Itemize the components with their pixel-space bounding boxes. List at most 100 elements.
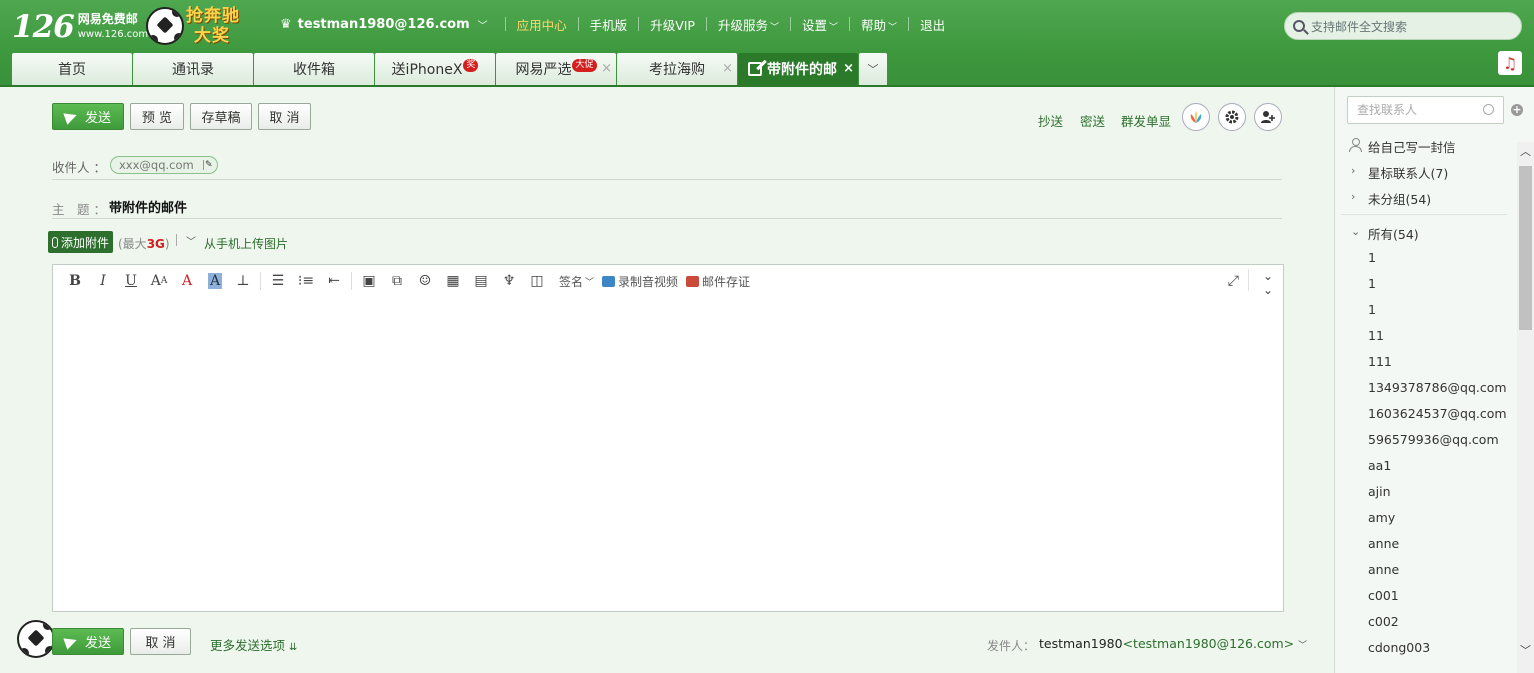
chevron-right-icon[interactable]: › — [1351, 164, 1355, 177]
contact-item[interactable]: 111 — [1368, 354, 1392, 369]
subject-input[interactable]: 带附件的邮件 — [109, 197, 187, 216]
nav-upgrade-service[interactable]: 升级服务 ﹀ — [718, 15, 779, 34]
all-contacts-group[interactable]: 所有(54) — [1368, 224, 1419, 243]
send-button[interactable]: 发送 — [52, 103, 124, 130]
expand-icon[interactable]: ⤢ — [1228, 273, 1239, 289]
chevron-down-icon[interactable]: ﹀ — [1517, 642, 1534, 658]
microphone-icon[interactable]: ♆ — [495, 270, 523, 292]
align-left-icon[interactable]: ☰ — [264, 270, 292, 292]
logo-title: 网易免费邮 — [77, 12, 138, 26]
soccer-ball-icon[interactable] — [17, 620, 55, 658]
contact-item[interactable]: cdong003 — [1368, 640, 1430, 655]
signature-dropdown[interactable]: 签名 ﹀ — [559, 273, 594, 290]
background-color-icon[interactable]: A — [201, 270, 229, 292]
rich-text-editor[interactable]: B I U AA A A ⊥ ☰ ⁝≡ ⇤ ▣ ⧉ ☺ ▦ ▤ ♆ ◫ 签名 ﹀ … — [52, 264, 1284, 612]
insert-image-icon[interactable]: ▣ — [355, 270, 383, 292]
gear-icon[interactable] — [1218, 103, 1246, 131]
nav-logout[interactable]: 退出 — [920, 15, 945, 34]
nav-mobile[interactable]: 手机版 — [590, 15, 628, 34]
nav-app-center[interactable]: 应用中心 — [517, 15, 567, 34]
chevron-down-icon[interactable]: ⌄ — [1351, 225, 1360, 238]
tab-iphonex[interactable]: 送iPhoneX 奖 — [375, 53, 495, 85]
cc-link[interactable]: 抄送 — [1038, 111, 1063, 130]
indent-icon[interactable]: ⇤ — [320, 270, 348, 292]
contact-item[interactable]: 1 — [1368, 276, 1376, 291]
add-contact-icon[interactable] — [1254, 103, 1282, 131]
cancel-button-bottom[interactable]: 取 消 — [130, 628, 191, 655]
chevron-down-icon[interactable]: ﹀ — [186, 233, 196, 248]
contact-item[interactable]: c001 — [1368, 588, 1399, 603]
nav-settings[interactable]: 设置 ﹀ — [802, 15, 838, 34]
contact-item[interactable]: c002 — [1368, 614, 1399, 629]
tab-yanxuan[interactable]: 网易严选 大促 × — [496, 53, 616, 85]
contact-item[interactable]: anne — [1368, 562, 1399, 577]
calendar-icon[interactable]: ▤ — [467, 270, 495, 292]
send-button-bottom[interactable]: 发送 — [52, 628, 124, 655]
mail-evidence-button[interactable]: 邮件存证 — [686, 273, 750, 290]
chevron-down-icon[interactable]: ﹀ — [478, 17, 488, 32]
add-icon[interactable]: + — [1511, 104, 1523, 116]
promo-banner[interactable]: 抢奔驰 大奖 — [146, 4, 250, 48]
font-color-icon[interactable]: A — [173, 270, 201, 292]
user-account[interactable]: testman1980@126.com — [298, 17, 470, 32]
tab-home[interactable]: 首页 — [12, 53, 132, 85]
starred-contacts-group[interactable]: 星标联系人(7) — [1368, 163, 1448, 182]
chevron-down-icon: ﹀ — [769, 22, 779, 33]
contact-item[interactable]: 1 — [1368, 302, 1376, 317]
italic-icon[interactable]: I — [89, 270, 117, 292]
preview-button[interactable]: 预 览 — [130, 103, 184, 130]
contact-item[interactable]: ajin — [1368, 484, 1391, 499]
chevron-right-icon[interactable]: › — [1351, 190, 1355, 203]
contact-item[interactable]: 1349378786@qq.com — [1368, 380, 1507, 395]
tab-inbox[interactable]: 收件箱 — [254, 53, 374, 85]
template-icon[interactable]: ▦ — [439, 270, 467, 292]
ungrouped-contacts-group[interactable]: 未分组(54) — [1368, 189, 1431, 208]
contact-search-input[interactable]: 查找联系人 — [1347, 96, 1504, 124]
contact-item[interactable]: 1603624537@qq.com — [1368, 406, 1507, 421]
contact-item[interactable]: 596579936@qq.com — [1368, 432, 1499, 447]
close-icon[interactable]: × — [601, 61, 612, 76]
contact-item[interactable]: anne — [1368, 536, 1399, 551]
bcc-link[interactable]: 密送 — [1080, 111, 1105, 130]
close-icon[interactable]: × — [722, 61, 733, 76]
close-icon[interactable]: × — [843, 61, 854, 76]
mail-search-input[interactable]: 支持邮件全文搜索 — [1284, 12, 1522, 40]
music-note-icon[interactable]: ♫ — [1498, 51, 1522, 75]
contact-item[interactable]: amy — [1368, 510, 1395, 525]
save-draft-button[interactable]: 存草稿 — [190, 103, 252, 130]
contact-item[interactable]: 1 — [1368, 250, 1376, 265]
logo[interactable]: 126 网易免费邮 www.126.com — [12, 8, 148, 46]
cancel-button[interactable]: 取 消 — [258, 103, 311, 130]
contacts-scrollbar[interactable]: ︿ ﹀ — [1517, 142, 1534, 673]
format-painter-icon[interactable]: ⊥ — [229, 270, 257, 292]
underline-icon[interactable]: U — [117, 270, 145, 292]
nav-upgrade-vip[interactable]: 升级VIP — [650, 15, 695, 34]
bullet-list-icon[interactable]: ⁝≡ — [292, 270, 320, 292]
flower-icon[interactable] — [1182, 103, 1210, 131]
font-size-icon[interactable]: AA — [145, 270, 173, 292]
sender-select[interactable]: testman1980<testman1980@126.com> ﹀ — [1039, 636, 1307, 651]
tab-compose[interactable]: 带附件的邮 × — [738, 53, 858, 85]
scroll-thumb[interactable] — [1519, 166, 1532, 330]
add-attachment-button[interactable]: 添加附件 — [48, 231, 114, 253]
screenshot-icon[interactable]: ⧉ — [383, 270, 411, 292]
write-to-self-link[interactable]: 给自己写一封信 — [1368, 137, 1456, 156]
emoji-icon[interactable]: ☺ — [411, 270, 439, 292]
tab-kaola[interactable]: 考拉海购 × — [617, 53, 737, 85]
contact-item[interactable]: aa1 — [1368, 458, 1391, 473]
separate-send-link[interactable]: 群发单显 — [1121, 111, 1171, 130]
chevron-up-icon[interactable]: ︿ — [1517, 144, 1534, 160]
chevron-down-icon: ﹀ — [1298, 641, 1308, 651]
contact-item[interactable]: 11 — [1368, 328, 1384, 343]
nav-help[interactable]: 帮助 ﹀ — [861, 15, 897, 34]
double-chevron-down-icon[interactable]: ⌄ ⌄ — [1263, 269, 1273, 297]
more-send-options-link[interactable]: 更多发送选项 ⇊ — [210, 635, 297, 654]
tab-contacts[interactable]: 通讯录 — [133, 53, 253, 85]
recipient-chip[interactable]: xxx@qq.com ✎ — [110, 156, 218, 174]
translate-icon[interactable]: ◫ — [523, 270, 551, 292]
tab-more-button[interactable]: ﹀ — [859, 53, 887, 85]
upload-from-phone-link[interactable]: 从手机上传图片 — [204, 235, 288, 252]
bold-icon[interactable]: B — [61, 270, 89, 292]
pencil-icon[interactable]: ✎ — [203, 160, 213, 170]
record-video-button[interactable]: 录制音视频 — [602, 273, 678, 290]
